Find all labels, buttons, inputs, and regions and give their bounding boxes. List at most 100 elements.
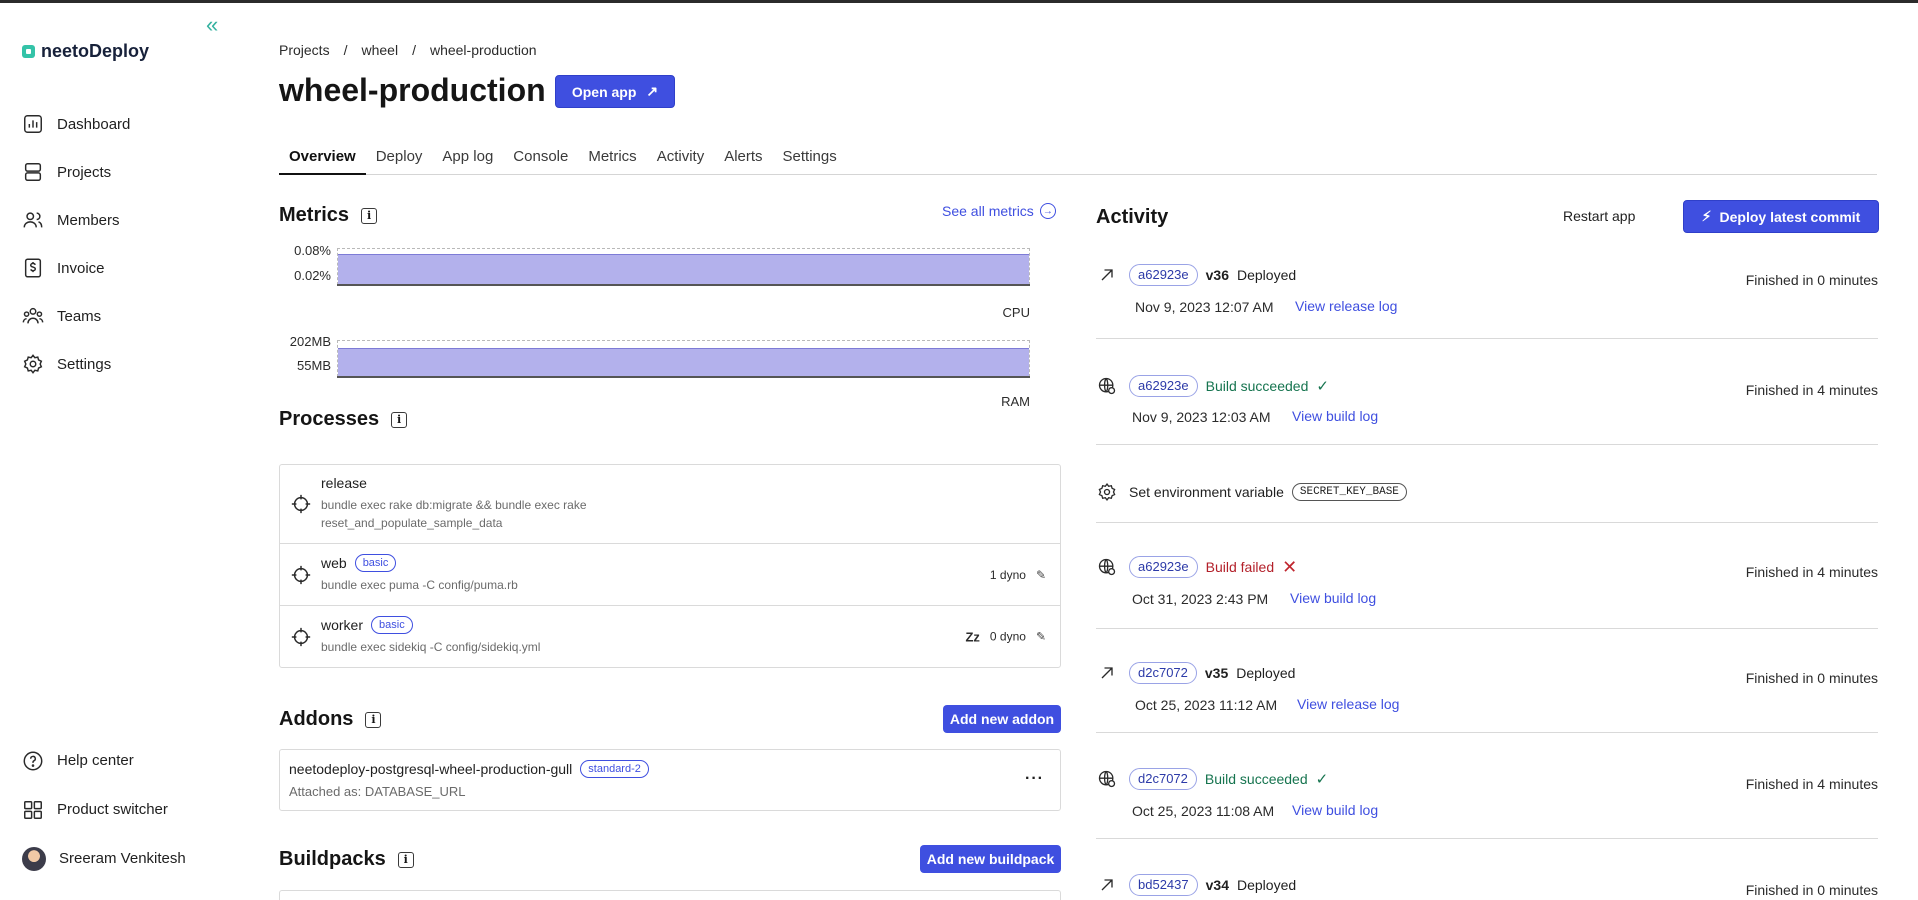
activity-date: Nov 9, 2023 12:03 AM [1132, 409, 1271, 425]
collapse-sidebar-icon[interactable]: « [206, 14, 228, 37]
activity-header: bd52437 v34 Deployed [1096, 874, 1296, 896]
more-options-icon[interactable]: ··· [1025, 770, 1044, 788]
sidebar-item-teams[interactable]: Teams [22, 292, 130, 340]
activity-header: a62923e Build succeeded ✓ [1096, 375, 1329, 397]
commit-hash[interactable]: a62923e [1129, 556, 1198, 578]
addon-plan-badge: standard-2 [580, 760, 649, 778]
check-icon: ✓ [1316, 378, 1329, 395]
process-command: bundle exec rake db:migrate && bundle ex… [321, 498, 587, 512]
sidebar-nav: Dashboard Projects Members Invoice Teams… [22, 100, 130, 388]
cpu-tick-low: 0.02% [294, 268, 331, 283]
cpu-area [338, 254, 1029, 284]
commit-hash[interactable]: a62923e [1129, 375, 1198, 397]
plan-badge: basic [354, 554, 397, 572]
info-icon[interactable]: i [365, 711, 382, 728]
sidebar-item-projects[interactable]: Projects [22, 148, 130, 196]
info-icon[interactable]: i [397, 851, 414, 868]
lightning-icon: ⚡︎ [1701, 208, 1712, 224]
edit-icon[interactable]: ✎ [1036, 630, 1046, 644]
info-icon[interactable]: i [391, 411, 408, 428]
metrics-heading: Metrics i [279, 204, 378, 227]
info-icon[interactable]: i [361, 207, 378, 224]
addons-heading: Addons i [279, 708, 382, 731]
activity-item: Set environment variable SECRET_KEY_BASE [1096, 445, 1878, 523]
version: v34 [1205, 877, 1229, 893]
tab-app-log[interactable]: App log [432, 143, 503, 175]
arrow-up-right-icon [1096, 264, 1118, 286]
grid-icon [22, 799, 44, 821]
app-logo[interactable]: neetoDeploy [22, 41, 149, 62]
sidebar: « neetoDeploy Dashboard Projects Members… [0, 3, 240, 900]
activity-status: Build succeeded [1204, 771, 1308, 787]
sidebar-item-settings[interactable]: Settings [22, 340, 130, 388]
deploy-latest-commit-button[interactable]: ⚡︎ Deploy latest commit [1683, 200, 1879, 233]
sidebar-item-label: Invoice [57, 259, 105, 277]
sidebar-item-members[interactable]: Members [22, 196, 130, 244]
version: v36 [1205, 267, 1229, 283]
activity-header: d2c7072 Build succeeded ✓ [1096, 768, 1328, 790]
see-all-metrics-link[interactable]: See all metrics → [942, 203, 1056, 219]
buildpacks-list [279, 890, 1061, 900]
addons-title: Addons [279, 708, 354, 730]
tab-overview[interactable]: Overview [279, 143, 366, 175]
tab-metrics[interactable]: Metrics [578, 143, 646, 175]
process-row-release: release bundle exec rake db:migrate && b… [280, 465, 1060, 544]
commit-hash[interactable]: a62923e [1129, 264, 1198, 286]
sidebar-item-label: Teams [57, 307, 102, 325]
user-profile[interactable]: Sreeram Venkitesh [22, 834, 186, 883]
tab-console[interactable]: Console [503, 143, 578, 175]
page-title: wheel-production [279, 72, 546, 108]
addon-attached: Attached as: DATABASE_URL [289, 784, 466, 799]
add-new-addon-button[interactable]: Add new addon [943, 705, 1061, 733]
buildpacks-title: Buildpacks [279, 848, 386, 870]
deploy-latest-label: Deploy latest commit [1719, 208, 1861, 225]
logo-icon [22, 45, 35, 58]
view-release-log-link[interactable]: View release log [1295, 298, 1397, 314]
breadcrumb-projects[interactable]: Projects [279, 42, 330, 58]
sidebar-item-invoice[interactable]: Invoice [22, 244, 130, 292]
commit-hash[interactable]: d2c7072 [1129, 768, 1197, 790]
activity-header: d2c7072 v35 Deployed [1096, 662, 1295, 684]
globe-build-icon [1096, 375, 1118, 397]
globe-build-icon [1096, 768, 1118, 790]
activity-date: Oct 25, 2023 11:12 AM [1135, 697, 1278, 713]
activity-item: a62923e Build succeeded ✓ Nov 9, 2023 12… [1096, 339, 1878, 445]
view-build-log-link[interactable]: View build log [1290, 590, 1376, 606]
open-app-button[interactable]: Open app ↗ [555, 75, 675, 108]
breadcrumb-current: wheel-production [429, 42, 537, 58]
globe-build-icon [1096, 556, 1118, 578]
see-all-label: See all metrics [942, 203, 1034, 219]
breadcrumb-project[interactable]: wheel [361, 42, 398, 58]
commit-hash[interactable]: bd52437 [1129, 874, 1198, 896]
tab-deploy[interactable]: Deploy [366, 143, 433, 175]
tab-bar: Overview Deploy App log Console Metrics … [279, 143, 1877, 175]
view-build-log-link[interactable]: View build log [1292, 802, 1378, 818]
restart-app-button[interactable]: Restart app [1563, 208, 1635, 224]
breadcrumb-separator: / [343, 42, 348, 58]
edit-icon[interactable]: ✎ [1036, 568, 1046, 582]
activity-duration: Finished in 0 minutes [1745, 882, 1878, 898]
user-name: Sreeram Venkitesh [59, 850, 186, 867]
activity-status: Deployed [1236, 267, 1297, 283]
product-switcher-button[interactable]: Product switcher [22, 785, 186, 834]
cpu-tick-high: 0.08% [294, 243, 331, 258]
activity-status: Deployed [1236, 665, 1296, 681]
activity-item: d2c7072 Build succeeded ✓ Oct 25, 2023 1… [1096, 733, 1878, 839]
metrics-title: Metrics [279, 204, 350, 226]
view-release-log-link[interactable]: View release log [1297, 696, 1399, 712]
cpu-axis [337, 284, 1030, 286]
commit-hash[interactable]: d2c7072 [1129, 662, 1197, 684]
tab-alerts[interactable]: Alerts [714, 143, 772, 175]
help-center-link[interactable]: Help center [22, 736, 186, 785]
add-new-buildpack-button[interactable]: Add new buildpack [920, 845, 1061, 873]
activity-status: Set environment variable [1129, 484, 1284, 500]
sidebar-item-dashboard[interactable]: Dashboard [22, 100, 130, 148]
ram-tick-low: 55MB [297, 358, 331, 373]
activity-date: Nov 9, 2023 12:07 AM [1135, 299, 1274, 315]
view-build-log-link[interactable]: View build log [1292, 408, 1378, 424]
tab-settings[interactable]: Settings [773, 143, 847, 175]
avatar [22, 846, 46, 871]
tab-activity[interactable]: Activity [647, 143, 715, 175]
activity-item: d2c7072 v35 Deployed Oct 25, 2023 11:12 … [1096, 629, 1878, 733]
activity-status: Deployed [1236, 877, 1297, 893]
